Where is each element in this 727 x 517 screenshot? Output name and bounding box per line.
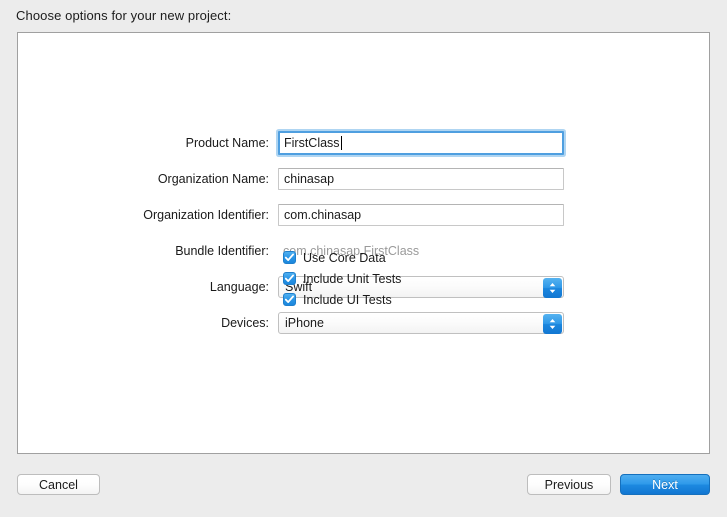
- form-row-product-name: Product Name: FirstClass: [18, 128, 711, 158]
- text-caret: [340, 136, 342, 150]
- checkbox-label-include-unit-tests: Include Unit Tests: [303, 271, 402, 286]
- chevron-up-down-icon[interactable]: [543, 314, 562, 334]
- organization-name-input[interactable]: chinasap: [278, 168, 564, 190]
- page-title: Choose options for your new project:: [16, 8, 232, 23]
- product-name-input[interactable]: FirstClass: [278, 131, 564, 155]
- previous-button[interactable]: Previous: [527, 474, 611, 495]
- checkmark-icon[interactable]: [283, 272, 296, 285]
- next-button[interactable]: Next: [620, 474, 710, 495]
- checkmark-icon[interactable]: [283, 251, 296, 264]
- checkbox-row-use-core-data[interactable]: Use Core Data: [283, 247, 401, 268]
- checkbox-row-include-unit-tests[interactable]: Include Unit Tests: [283, 268, 401, 289]
- cancel-button[interactable]: Cancel: [17, 474, 100, 495]
- chevron-up-down-icon[interactable]: [543, 278, 562, 298]
- product-name-label: Product Name:: [185, 136, 269, 150]
- devices-value: iPhone: [285, 316, 324, 330]
- checkbox-label-use-core-data: Use Core Data: [303, 250, 386, 265]
- organization-identifier-value: com.chinasap: [284, 208, 362, 222]
- bundle-identifier-label: Bundle Identifier:: [175, 244, 269, 258]
- form-row-devices: Devices: iPhone: [18, 308, 711, 338]
- organization-name-value: chinasap: [284, 172, 335, 186]
- language-label: Language:: [209, 280, 269, 294]
- organization-name-label: Organization Name:: [157, 172, 269, 186]
- project-options-checkboxes: Use Core Data Include Unit Tests Include…: [283, 247, 401, 310]
- organization-identifier-input[interactable]: com.chinasap: [278, 204, 564, 226]
- devices-label: Devices:: [221, 316, 269, 330]
- product-name-value: FirstClass: [284, 136, 340, 150]
- checkbox-row-include-ui-tests[interactable]: Include UI Tests: [283, 289, 401, 310]
- organization-identifier-label: Organization Identifier:: [143, 208, 269, 222]
- form-row-organization-name: Organization Name: chinasap: [18, 164, 711, 194]
- form-row-organization-identifier: Organization Identifier: com.chinasap: [18, 200, 711, 230]
- options-panel: Product Name: FirstClass Organization Na…: [17, 32, 710, 454]
- checkmark-icon[interactable]: [283, 293, 296, 306]
- devices-select[interactable]: iPhone: [278, 312, 564, 334]
- dialog-footer: Cancel Previous Next: [0, 460, 727, 517]
- checkbox-label-include-ui-tests: Include UI Tests: [303, 292, 392, 307]
